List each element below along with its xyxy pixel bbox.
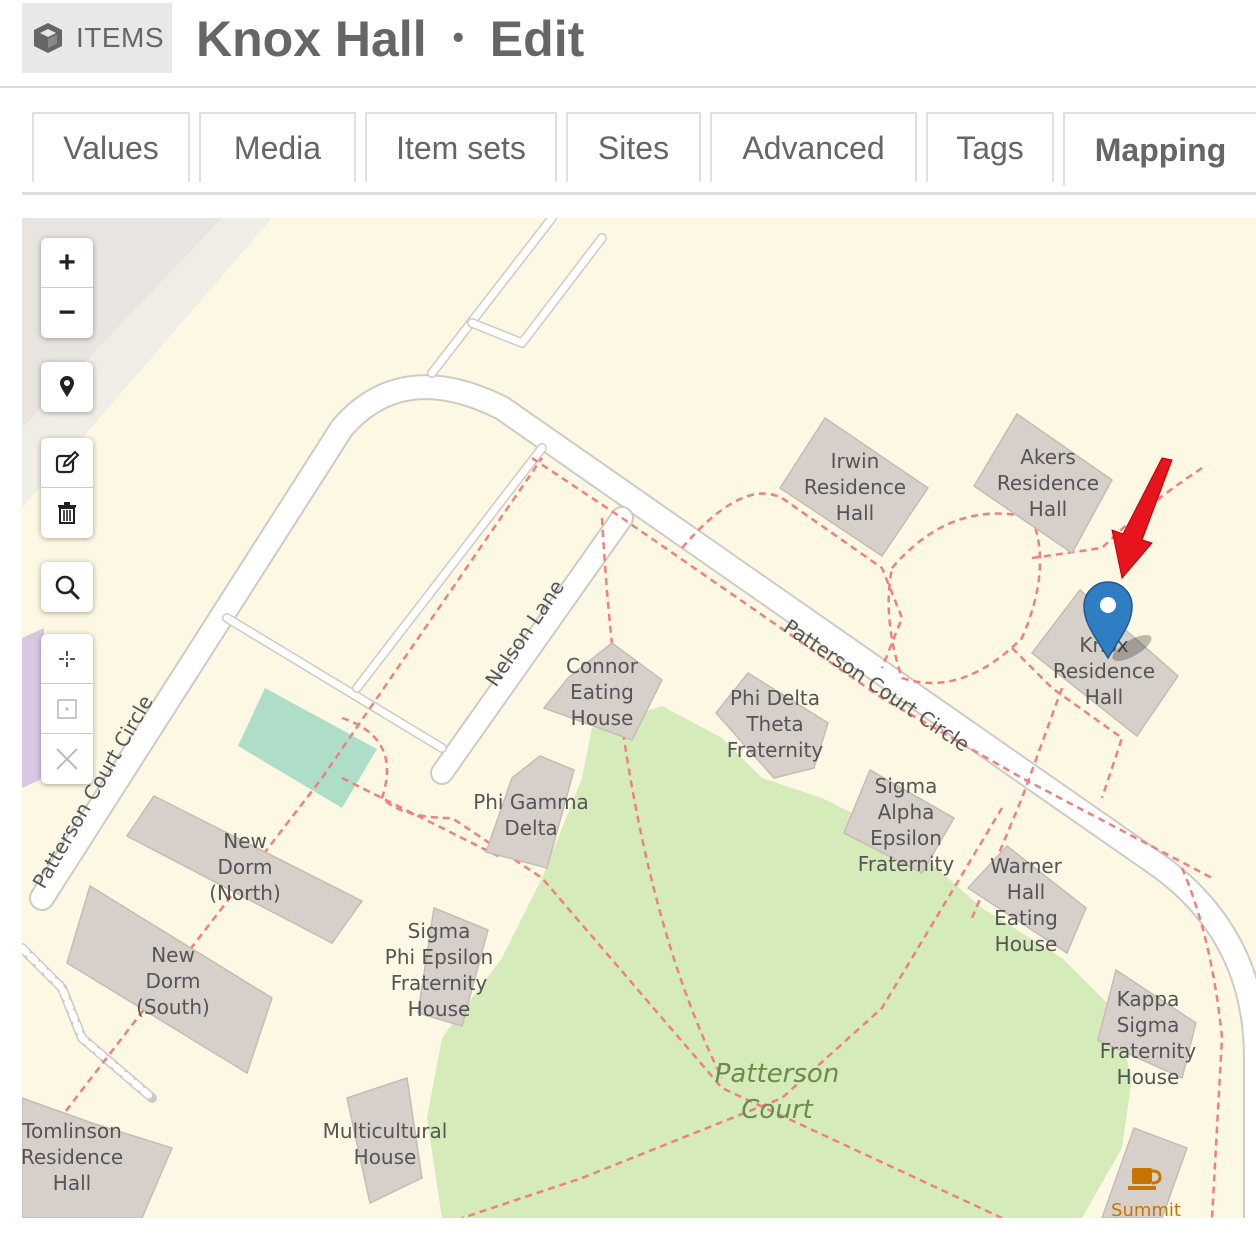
tab-advanced[interactable]: Advanced — [710, 112, 917, 182]
close-icon — [56, 748, 78, 770]
page-mode: Edit — [489, 11, 585, 67]
map-canvas[interactable]: Patterson Court Circle Patterson Court C… — [22, 218, 1256, 1218]
clear-default-button[interactable] — [41, 734, 93, 784]
zoom-control: + − — [41, 238, 93, 338]
map-panel[interactable]: Patterson Court Circle Patterson Court C… — [22, 218, 1256, 1218]
zoom-in-button[interactable]: + — [41, 238, 93, 288]
tab-media[interactable]: Media — [199, 112, 356, 182]
default-view-control — [41, 634, 93, 784]
cube-icon — [33, 23, 62, 53]
set-default-view-button[interactable] — [41, 634, 93, 684]
add-marker-button[interactable] — [41, 362, 93, 412]
label-summit: Summit — [1111, 1200, 1181, 1218]
tab-mapping[interactable]: Mapping — [1063, 112, 1256, 186]
zoom-out-button[interactable]: − — [41, 288, 93, 338]
search-control — [41, 562, 93, 612]
edit-layers-button[interactable] — [41, 438, 93, 488]
view-default-button[interactable] — [41, 684, 93, 734]
search-button[interactable] — [41, 562, 93, 612]
items-section-link[interactable]: ITEMS — [22, 3, 172, 73]
square-dot-icon — [57, 698, 77, 719]
label-connor: Connor Eating House — [566, 654, 639, 730]
tab-values[interactable]: Values — [32, 112, 190, 182]
delete-layers-button[interactable] — [41, 488, 93, 538]
tab-tags[interactable]: Tags — [926, 112, 1054, 182]
item-title: Knox Hall — [196, 11, 427, 67]
tab-item-sets[interactable]: Item sets — [365, 112, 557, 182]
locate-control — [41, 362, 93, 412]
tab-sites[interactable]: Sites — [566, 112, 701, 182]
map-marker-icon — [60, 376, 74, 397]
title-separator: • — [452, 18, 464, 55]
section-tabs: Values Media Item sets Sites Advanced Ta… — [22, 112, 1256, 195]
section-label: ITEMS — [75, 22, 165, 53]
page-title: Knox Hall • Edit — [196, 10, 584, 68]
crosshair-icon — [59, 650, 75, 667]
edit-control — [41, 438, 93, 538]
page-header: ITEMS Knox Hall • Edit — [0, 0, 1256, 88]
trash-icon — [58, 502, 76, 524]
edit-icon — [55, 450, 80, 473]
search-icon — [55, 575, 80, 600]
